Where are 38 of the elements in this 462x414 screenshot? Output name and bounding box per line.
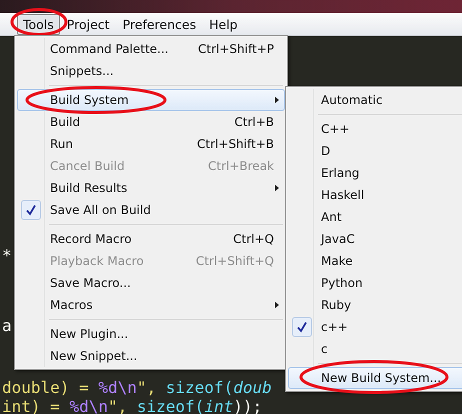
menu-item[interactable]: Save Macro... <box>17 272 285 294</box>
menu-item[interactable]: New Snippet... <box>17 345 285 367</box>
menu-item[interactable]: Ant <box>288 206 462 228</box>
menu-item[interactable]: Record Macro Ctrl+Q <box>17 228 285 250</box>
shortcut-text: Ctrl+B <box>234 115 274 129</box>
menu-item[interactable]: Build System <box>17 89 285 111</box>
menu-bar-item[interactable]: Preferences <box>116 14 202 34</box>
menu-item[interactable]: Python <box>288 272 462 294</box>
code-line: double) = %d\n", sizeof(doub <box>2 378 272 398</box>
shortcut-text: Ctrl+Shift+P <box>198 42 274 56</box>
menu-item[interactable]: Run Ctrl+Shift+B <box>17 133 285 155</box>
menu-item[interactable]: D <box>288 140 462 162</box>
shortcut-text: Ctrl+Q <box>233 232 274 246</box>
menu-item[interactable]: Command Palette... Ctrl+Shift+P <box>17 38 285 60</box>
menu-item[interactable]: Ruby <box>288 294 462 316</box>
menu-item[interactable]: C++ <box>288 118 462 140</box>
shortcut-text: Ctrl+Shift+B <box>197 137 274 151</box>
menu-item[interactable]: Snippets... <box>17 60 285 82</box>
menu-bar-item[interactable]: Project <box>60 14 116 34</box>
menu-bar-item[interactable]: Help <box>203 14 244 34</box>
menu-item[interactable]: c <box>288 338 462 360</box>
menu-item[interactable]: Build Results <box>17 177 285 199</box>
menu-item[interactable]: Macros <box>17 294 285 316</box>
code-line: int) = %d\n", sizeof(int)); <box>2 397 262 414</box>
menu-item[interactable]: Haskell <box>288 184 462 206</box>
menu-item[interactable]: Build Ctrl+B <box>17 111 285 133</box>
code-line: a <box>2 316 12 336</box>
menu-item[interactable]: Make <box>288 250 462 272</box>
code-line: * <box>2 246 12 266</box>
menu-item[interactable]: JavaC <box>288 228 462 250</box>
menu-item[interactable]: Save All on Build <box>17 199 285 221</box>
menu-item[interactable]: New Build System... <box>288 367 462 389</box>
menu-item[interactable]: New Plugin... <box>17 323 285 345</box>
menu-item[interactable]: Erlang <box>288 162 462 184</box>
shortcut-text: Ctrl+Break <box>208 159 274 173</box>
menu-item[interactable]: Automatic <box>288 89 462 111</box>
menu-item[interactable]: c++ <box>288 316 462 338</box>
shortcut-text: Ctrl+Shift+Q <box>196 254 274 268</box>
